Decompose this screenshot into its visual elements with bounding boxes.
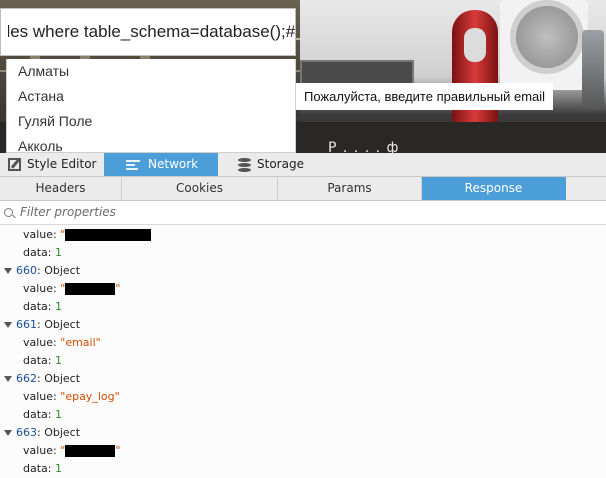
city-search-field[interactable] [0,8,296,56]
autocomplete-option[interactable]: Астана [7,84,295,109]
expand-icon[interactable] [4,430,12,436]
object-index: 662 [16,372,37,385]
network-icon [126,159,142,171]
data-value: 1 [54,408,62,421]
filter-bar [0,202,606,225]
expand-icon[interactable] [4,376,12,382]
response-tree[interactable]: value: " data: 1 660: Object value: " " d… [0,226,606,477]
string-value: email [65,336,96,349]
tab-label: Network [148,157,199,171]
autocomplete-option[interactable]: Алматы [7,59,295,84]
storage-icon [238,157,251,172]
object-type: Object [44,372,81,385]
tree-row: value: " " [23,282,121,295]
tree-row: data: 1 [23,408,62,421]
autocomplete-option[interactable]: Акколь [7,134,295,152]
redacted-value [65,283,116,295]
tree-row: value: " " [23,444,121,457]
search-icon [4,208,13,217]
redacted-value [65,445,116,457]
tab-network[interactable]: Network [104,153,218,176]
object-type: Object [44,318,81,331]
tree-row: data: 1 [23,462,62,475]
tree-row: value: " [23,226,152,244]
tab-params[interactable]: Params [278,177,422,200]
object-index: 663 [16,426,37,439]
filter-properties-input[interactable] [18,204,322,220]
style-editor-icon [8,158,21,171]
object-index: 660 [16,264,37,277]
washing-machine-image [500,0,588,90]
tree-row: value: "epay_log" [23,390,120,403]
object-index: 661 [16,318,37,331]
tree-row: data: 1 [23,300,62,313]
redacted-value [65,229,152,241]
tree-row: value: "email" [23,336,101,349]
tree-object-row[interactable]: 661: Object [4,316,80,334]
banner-partial-text: Р . . . . ф [328,140,400,153]
city-search-input[interactable] [1,9,295,55]
tab-headers[interactable]: Headers [0,177,122,200]
autocomplete-option[interactable]: Гуляй Поле [7,109,295,134]
tree-object-row[interactable]: 662: Object [4,370,80,388]
tree-object-row[interactable]: 663: Object [4,424,80,442]
tab-style-editor[interactable]: Style Editor [8,153,100,176]
data-value: 1 [54,300,62,313]
value-key: value: [23,228,57,241]
object-type: Object [44,426,81,439]
fridge-image [452,10,498,130]
data-key: data: [23,246,52,259]
tree-row: data: 1 [23,244,62,262]
validation-tooltip: Пожалуйста, введите правильный email [296,83,554,110]
tree-object-row[interactable]: 660: Object [4,262,80,280]
string-value: epay_log [65,390,115,403]
expand-icon[interactable] [4,322,12,328]
request-details-tabs: Headers Cookies Params Response [0,177,606,201]
tab-label: Storage [257,157,304,171]
blender-image [582,30,604,110]
tab-label: Style Editor [27,157,97,171]
data-value: 1 [54,246,62,259]
data-value: 1 [54,462,62,475]
tab-cookies[interactable]: Cookies [122,177,278,200]
webpage-area: Р . . . . ф Алматы Астана Гуляй Поле Акк… [0,0,606,153]
devtools-toolbar: Style Editor Network Storage [0,153,606,177]
tree-row: data: 1 [23,354,62,367]
tab-response[interactable]: Response [422,177,566,200]
tab-storage[interactable]: Storage [238,153,318,176]
expand-icon[interactable] [4,268,12,274]
object-type: Object [44,264,81,277]
data-value: 1 [54,354,62,367]
autocomplete-dropdown[interactable]: Алматы Астана Гуляй Поле Акколь [6,59,296,153]
